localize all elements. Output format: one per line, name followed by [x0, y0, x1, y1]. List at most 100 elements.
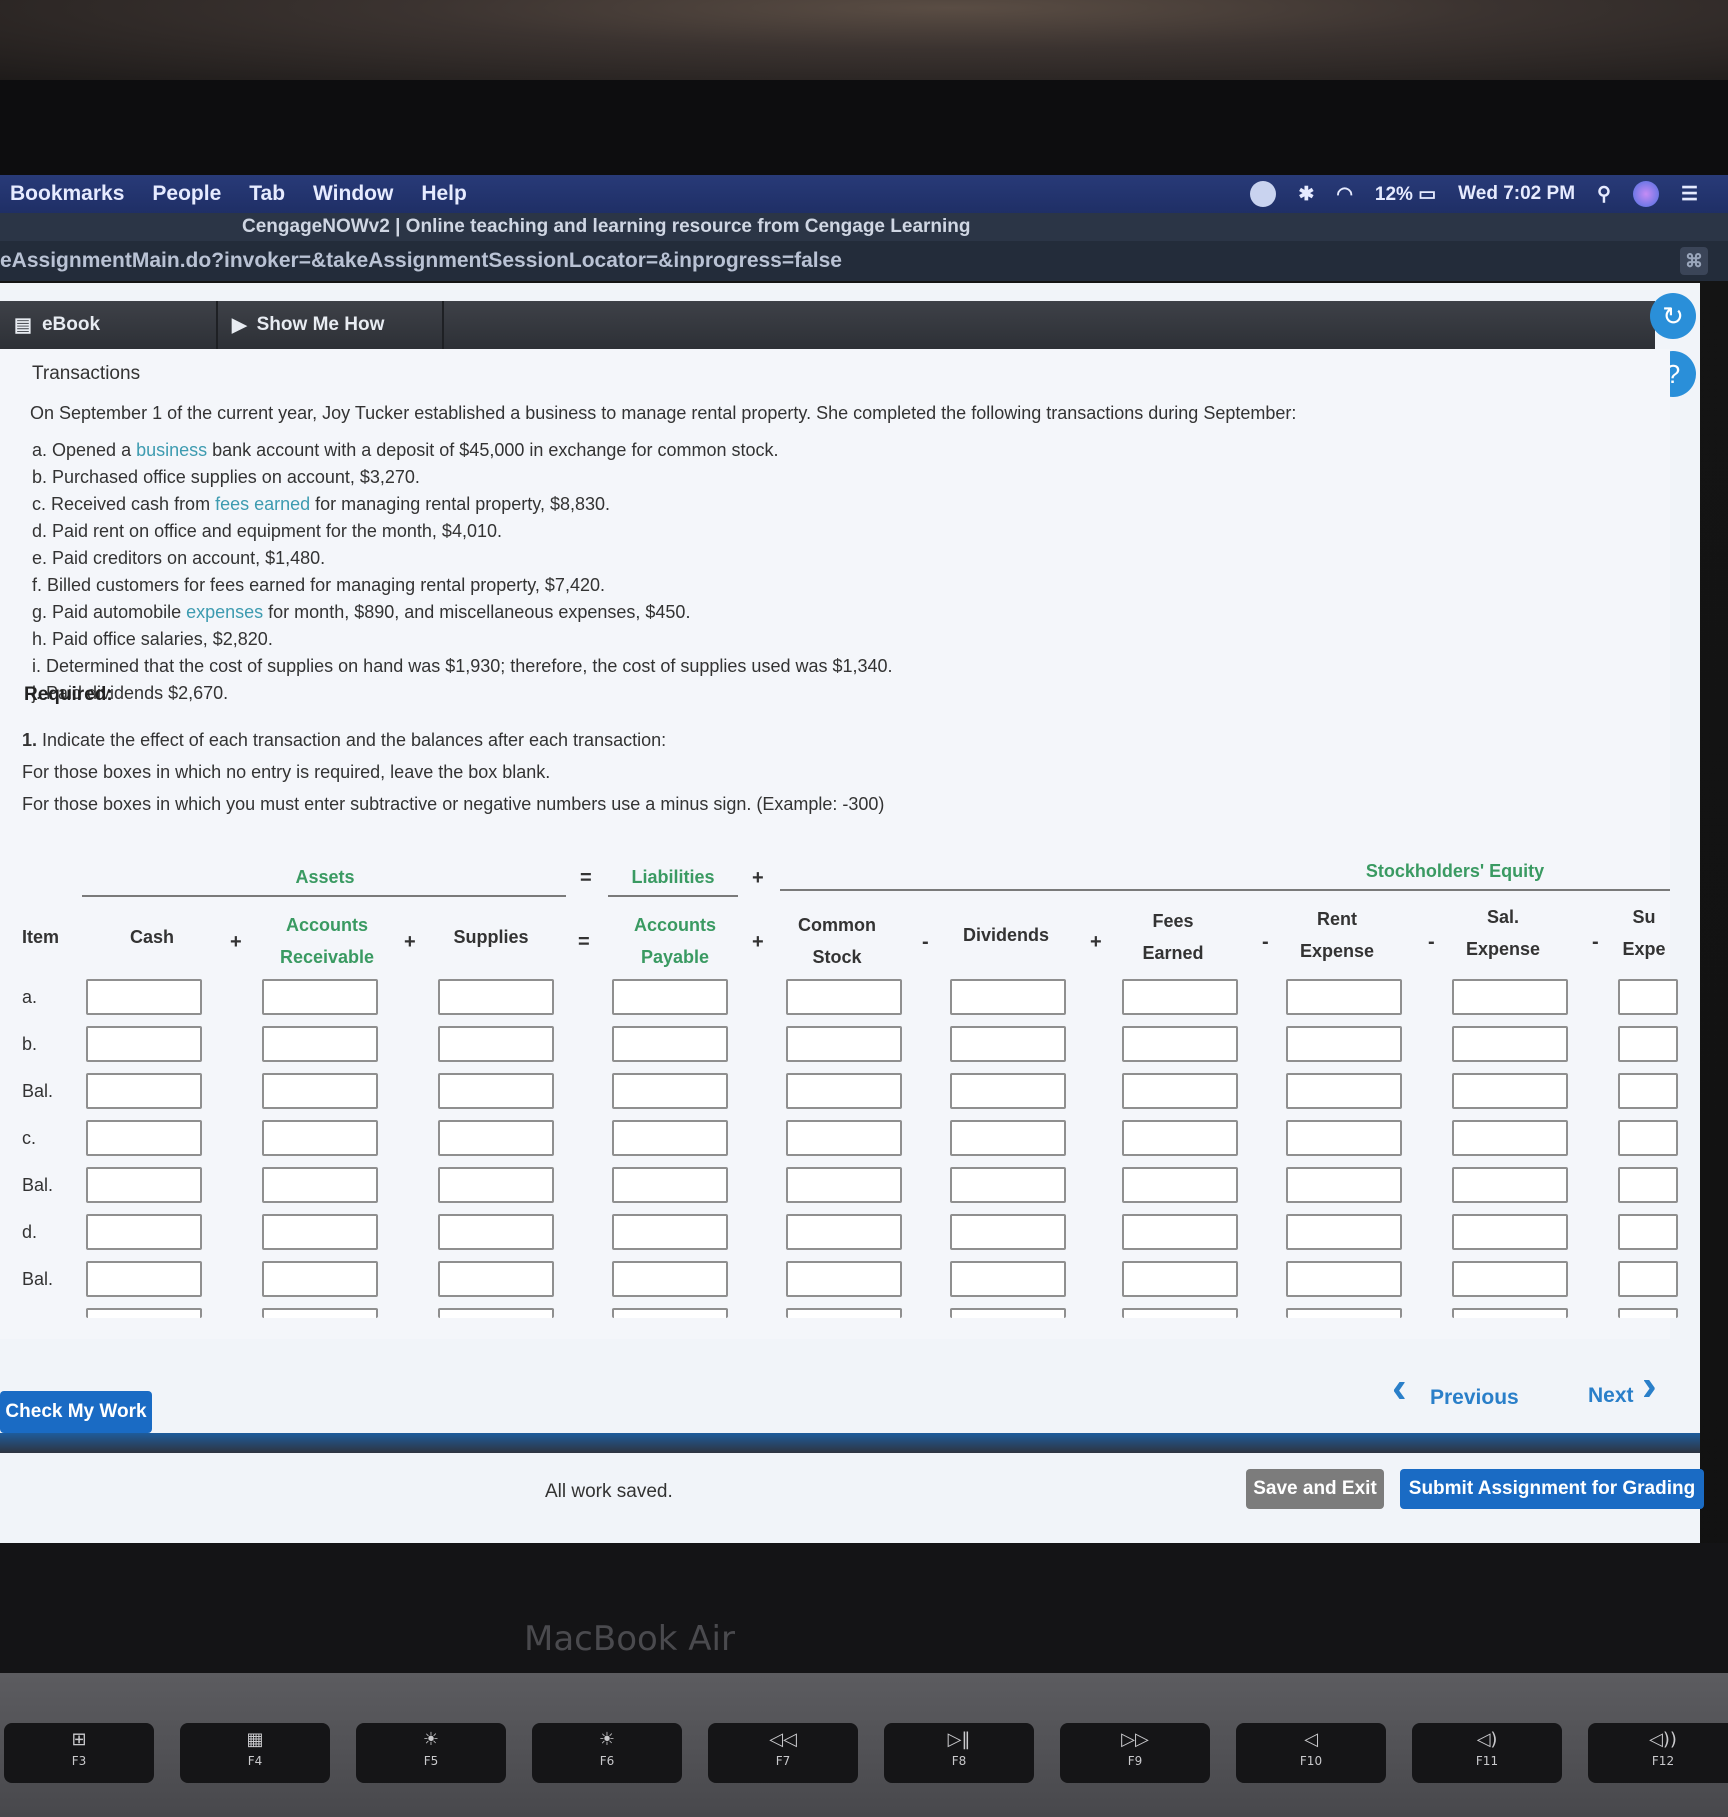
extension-icon[interactable]: ⌘: [1680, 247, 1708, 275]
amount-input[interactable]: [950, 1214, 1066, 1250]
clock[interactable]: Wed 7:02 PM: [1458, 183, 1575, 205]
function-key[interactable]: ◁)) F12: [1588, 1723, 1728, 1783]
amount-input[interactable]: [950, 1026, 1066, 1062]
amount-input[interactable]: [1618, 1261, 1678, 1297]
amount-input[interactable]: [1286, 1073, 1402, 1109]
function-key[interactable]: ◁ F10: [1236, 1723, 1386, 1783]
amount-input[interactable]: [612, 1261, 728, 1297]
notification-center-icon[interactable]: ☰: [1681, 183, 1698, 206]
amount-input[interactable]: [1452, 1308, 1568, 1318]
glossary-link[interactable]: business: [136, 440, 207, 460]
amount-input[interactable]: [86, 979, 202, 1015]
menu-bookmarks[interactable]: Bookmarks: [10, 182, 124, 206]
amount-input[interactable]: [1286, 1308, 1402, 1318]
menu-window[interactable]: Window: [313, 182, 393, 206]
glossary-link[interactable]: fees earned: [215, 494, 310, 514]
bluetooth-icon[interactable]: ✱: [1298, 183, 1314, 206]
amount-input[interactable]: [1122, 1073, 1238, 1109]
function-key[interactable]: ☀ F5: [356, 1723, 506, 1783]
amount-input[interactable]: [612, 1073, 728, 1109]
amount-input[interactable]: [612, 979, 728, 1015]
wifi-icon[interactable]: ◠: [1336, 183, 1353, 206]
amount-input[interactable]: [1286, 1214, 1402, 1250]
amount-input[interactable]: [1286, 1261, 1402, 1297]
chevron-right-icon[interactable]: ›: [1642, 1361, 1657, 1411]
amount-input[interactable]: [438, 1073, 554, 1109]
function-key[interactable]: ⊞ F3: [4, 1723, 154, 1783]
amount-input[interactable]: [786, 1308, 902, 1318]
amount-input[interactable]: [262, 1308, 378, 1318]
amount-input[interactable]: [438, 1120, 554, 1156]
amount-input[interactable]: [1452, 1073, 1568, 1109]
amount-input[interactable]: [1618, 1073, 1678, 1109]
amount-input[interactable]: [262, 1073, 378, 1109]
amount-input[interactable]: [1122, 1120, 1238, 1156]
amount-input[interactable]: [262, 1214, 378, 1250]
address-bar[interactable]: eAssignmentMain.do?invoker=&takeAssignme…: [0, 241, 1728, 281]
amount-input[interactable]: [86, 1026, 202, 1062]
amount-input[interactable]: [786, 1261, 902, 1297]
amount-input[interactable]: [1452, 1214, 1568, 1250]
amount-input[interactable]: [1452, 1026, 1568, 1062]
amount-input[interactable]: [86, 1167, 202, 1203]
amount-input[interactable]: [262, 979, 378, 1015]
chevron-left-icon[interactable]: ‹: [1392, 1363, 1407, 1413]
check-my-work-button[interactable]: Check My Work: [0, 1391, 152, 1433]
amount-input[interactable]: [86, 1261, 202, 1297]
spotlight-search-icon[interactable]: ⚲: [1597, 183, 1611, 206]
previous-button[interactable]: Previous: [1430, 1386, 1519, 1410]
amount-input[interactable]: [950, 1120, 1066, 1156]
siri-icon[interactable]: [1632, 181, 1659, 207]
amount-input[interactable]: [86, 1214, 202, 1250]
battery-indicator[interactable]: 12% ▭: [1375, 183, 1436, 206]
amount-input[interactable]: [86, 1120, 202, 1156]
amount-input[interactable]: [786, 1073, 902, 1109]
amount-input[interactable]: [950, 1261, 1066, 1297]
amount-input[interactable]: [1286, 1167, 1402, 1203]
function-key[interactable]: ▷▷ F9: [1060, 1723, 1210, 1783]
refresh-icon[interactable]: ↻: [1650, 293, 1696, 339]
amount-input[interactable]: [438, 979, 554, 1015]
show-me-how-button[interactable]: ▶ Show Me How: [218, 301, 444, 349]
amount-input[interactable]: [438, 1026, 554, 1062]
function-key[interactable]: ▦ F4: [180, 1723, 330, 1783]
amount-input[interactable]: [438, 1214, 554, 1250]
amount-input[interactable]: [1122, 1214, 1238, 1250]
amount-input[interactable]: [262, 1026, 378, 1062]
amount-input[interactable]: [438, 1167, 554, 1203]
function-key[interactable]: ◁) F11: [1412, 1723, 1562, 1783]
submit-assignment-button[interactable]: Submit Assignment for Grading: [1400, 1469, 1704, 1509]
amount-input[interactable]: [786, 1026, 902, 1062]
amount-input[interactable]: [786, 1167, 902, 1203]
amount-input[interactable]: [950, 1073, 1066, 1109]
function-key[interactable]: ☀ F6: [532, 1723, 682, 1783]
amount-input[interactable]: [786, 979, 902, 1015]
amount-input[interactable]: [612, 1026, 728, 1062]
amount-input[interactable]: [86, 1073, 202, 1109]
glossary-link[interactable]: expenses: [186, 602, 263, 622]
ebook-button[interactable]: ▤ eBook: [0, 301, 218, 349]
amount-input[interactable]: [950, 1308, 1066, 1318]
amount-input[interactable]: [262, 1120, 378, 1156]
amount-input[interactable]: [950, 1167, 1066, 1203]
amount-input[interactable]: [1452, 1167, 1568, 1203]
menu-people[interactable]: People: [152, 182, 221, 206]
amount-input[interactable]: [86, 1308, 202, 1318]
amount-input[interactable]: [1618, 1214, 1678, 1250]
amount-input[interactable]: [1122, 1026, 1238, 1062]
amount-input[interactable]: [1618, 1308, 1678, 1318]
amount-input[interactable]: [262, 1167, 378, 1203]
amount-input[interactable]: [1122, 1308, 1238, 1318]
amount-input[interactable]: [950, 979, 1066, 1015]
amount-input[interactable]: [786, 1214, 902, 1250]
amount-input[interactable]: [438, 1308, 554, 1318]
amount-input[interactable]: [612, 1214, 728, 1250]
function-key[interactable]: ▷‖ F8: [884, 1723, 1034, 1783]
amount-input[interactable]: [1452, 979, 1568, 1015]
amount-input[interactable]: [1286, 1026, 1402, 1062]
notification-icon[interactable]: [1250, 181, 1277, 207]
amount-input[interactable]: [1122, 1261, 1238, 1297]
save-and-exit-button[interactable]: Save and Exit: [1246, 1469, 1384, 1509]
amount-input[interactable]: [1618, 979, 1678, 1015]
amount-input[interactable]: [1452, 1120, 1568, 1156]
